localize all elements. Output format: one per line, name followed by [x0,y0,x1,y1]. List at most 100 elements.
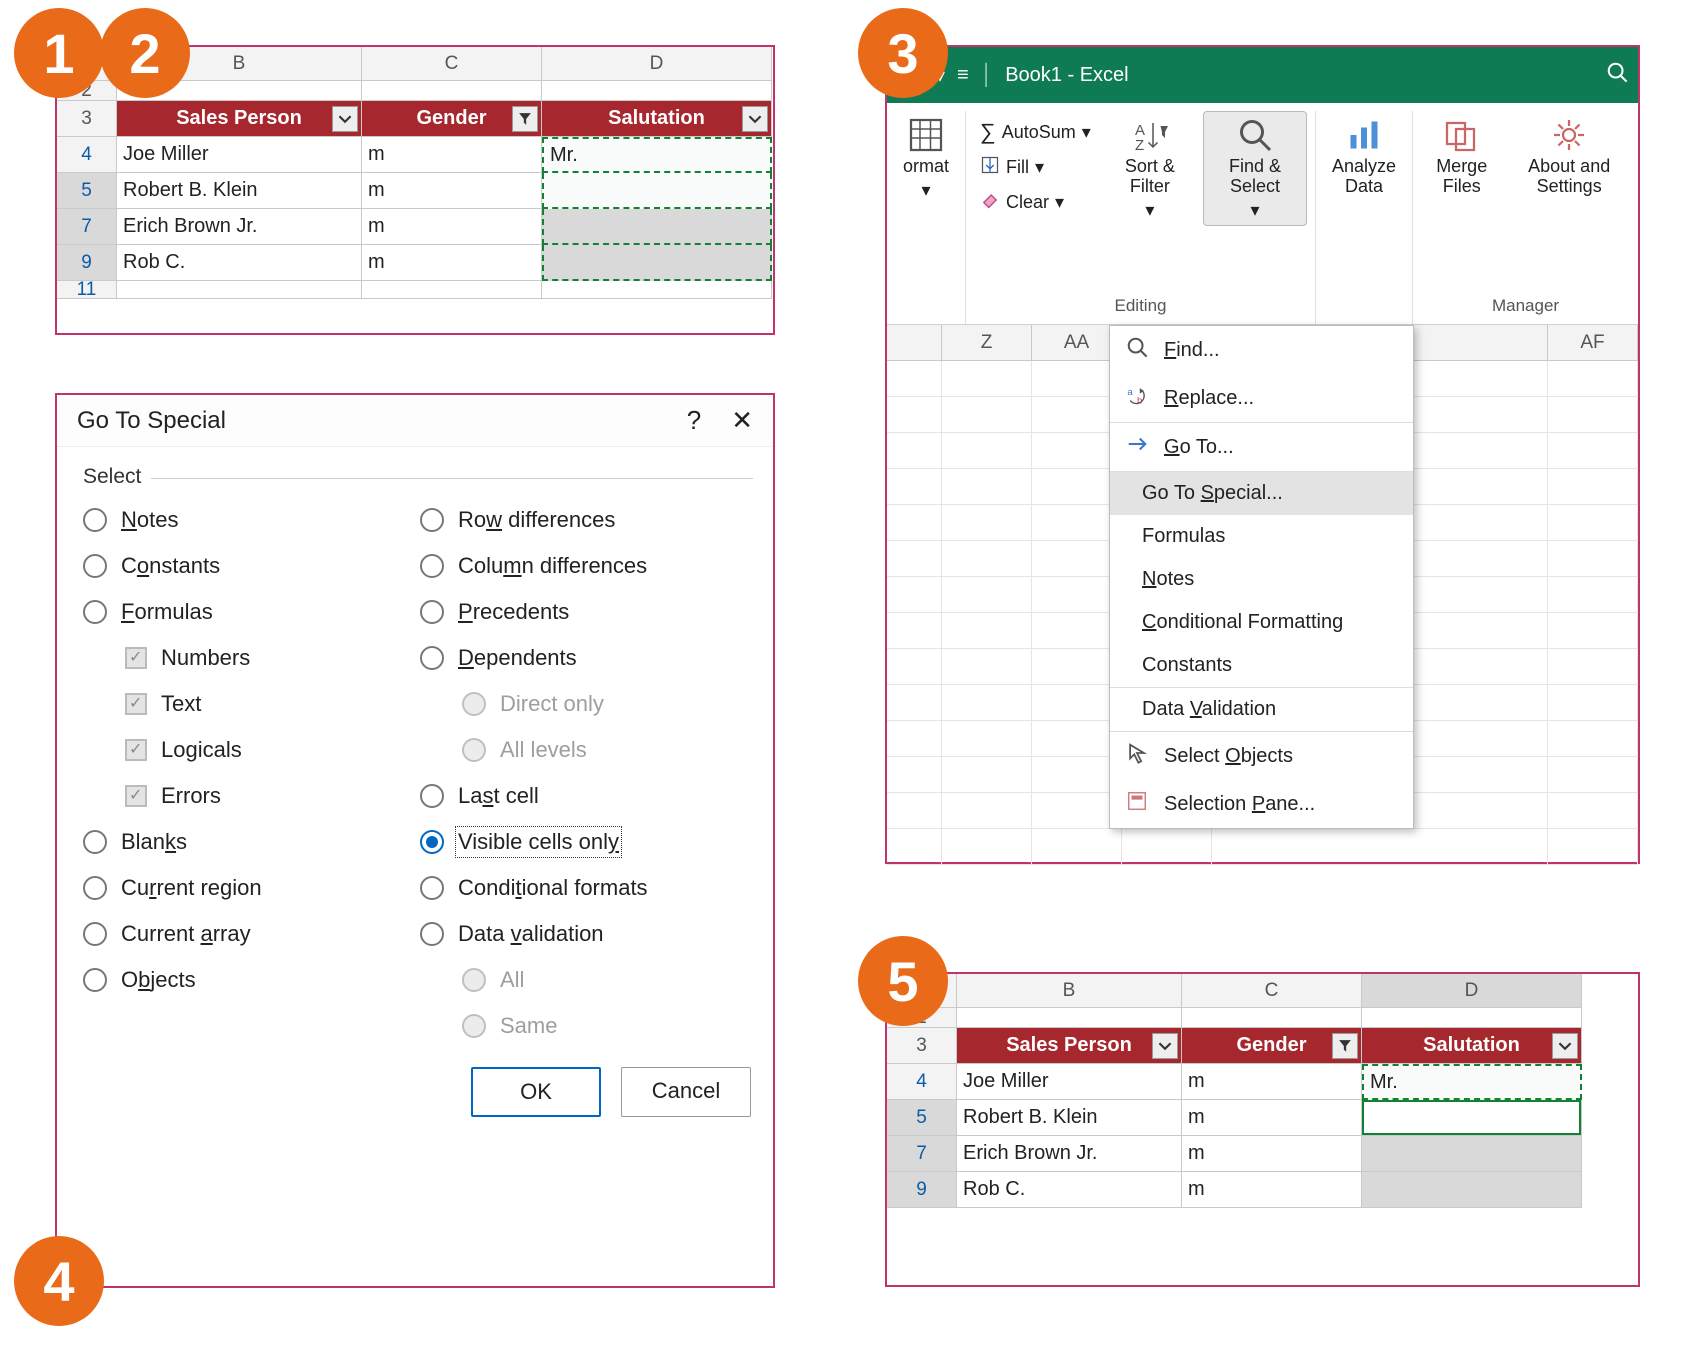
cell[interactable]: Erich Brown Jr. [117,209,362,245]
menu-item-conditional-formatting[interactable]: Conditional Formatting [1110,601,1413,644]
table-header-gender[interactable]: Gender [1182,1028,1362,1064]
cell[interactable]: m [362,245,542,281]
ribbon-about-settings-button[interactable]: About and Settings [1508,111,1630,203]
menu-item-select-objects[interactable]: Select Objects [1110,732,1413,780]
option-dependents[interactable]: Dependents [420,645,747,671]
row-header[interactable]: 7 [887,1136,957,1172]
ribbon-format-button[interactable]: ormat ▾ [895,111,957,207]
col-header-blank[interactable] [887,325,942,361]
close-icon[interactable]: ✕ [731,405,753,436]
cell[interactable] [117,281,362,299]
row-header[interactable]: 9 [887,1172,957,1208]
cell[interactable]: Mr. [1362,1064,1582,1100]
row-header[interactable]: 3 [57,101,117,137]
option-errors[interactable]: Errors [125,783,410,809]
table-header-gender[interactable]: Gender [362,101,542,137]
option-logicals[interactable]: Logicals [125,737,410,763]
cell-selected[interactable] [542,209,772,245]
col-header-D[interactable]: D [1362,974,1582,1008]
filter-dropdown-icon[interactable] [742,106,768,132]
cell[interactable]: m [362,209,542,245]
ribbon-analyze-button[interactable]: Analyze Data [1324,111,1404,203]
option-formulas[interactable]: Formulas [83,599,410,625]
option-visible-cells-only[interactable]: Visible cells only [420,829,747,855]
cell-active[interactable] [1362,1100,1582,1136]
row-header[interactable]: 7 [57,209,117,245]
cell[interactable]: m [1182,1172,1362,1208]
col-header-D[interactable]: D [542,47,772,81]
row-header[interactable]: 5 [887,1100,957,1136]
cell[interactable]: Rob C. [117,245,362,281]
cell[interactable]: m [1182,1100,1362,1136]
option-conditional-formats[interactable]: Conditional formats [420,875,747,901]
ok-button[interactable]: OK [471,1067,601,1117]
cell[interactable]: Rob C. [957,1172,1182,1208]
option-precedents[interactable]: Precedents [420,599,747,625]
cell[interactable] [542,281,772,299]
cell-selected[interactable] [542,173,772,209]
ribbon-sort-filter-button[interactable]: AZ Sort & Filter ▾ [1103,111,1197,226]
filter-dropdown-icon[interactable] [332,106,358,132]
menu-item-formulas[interactable]: Formulas [1110,515,1413,558]
row-header[interactable]: 11 [57,281,117,299]
ribbon-autosum-button[interactable]: ∑ AutoSum ▾ [974,117,1097,147]
cancel-button[interactable]: Cancel [621,1067,751,1117]
ribbon-merge-files-button[interactable]: Merge Files [1421,111,1502,203]
ribbon-fill-button[interactable]: Fill ▾ [974,153,1097,182]
option-data-validation[interactable]: Data validation [420,921,747,947]
option-numbers[interactable]: Numbers [125,645,410,671]
col-header[interactable]: AF [1548,325,1638,361]
option-current-region[interactable]: Current region [83,875,410,901]
cell[interactable] [1362,1136,1582,1172]
cell-selected[interactable] [542,245,772,281]
table-header-sales[interactable]: Sales Person [117,101,362,137]
row-header[interactable]: 3 [887,1028,957,1064]
row-header[interactable]: 5 [57,173,117,209]
option-column-differences[interactable]: Column differences [420,553,747,579]
cell[interactable] [1182,1008,1362,1028]
menu-item-constants[interactable]: Constants [1110,644,1413,687]
menu-item-find[interactable]: Find... [1110,326,1413,374]
ribbon-find-select-button[interactable]: Find & Select ▾ [1203,111,1307,226]
row-header[interactable]: 4 [57,137,117,173]
menu-item-go-to[interactable]: Go To... [1110,423,1413,471]
cell[interactable]: Erich Brown Jr. [957,1136,1182,1172]
option-constants[interactable]: Constants [83,553,410,579]
cell[interactable]: m [1182,1064,1362,1100]
cell[interactable] [957,1008,1182,1028]
cell[interactable] [1362,1172,1582,1208]
cell[interactable]: Joe Miller [117,137,362,173]
menu-item-selection-pane[interactable]: Selection Pane... [1110,780,1413,828]
option-current-array[interactable]: Current array [83,921,410,947]
col-header-C[interactable]: C [362,47,542,81]
cell[interactable]: m [362,137,542,173]
filter-dropdown-icon[interactable] [1152,1033,1178,1059]
cell[interactable]: m [1182,1136,1362,1172]
cell[interactable]: Joe Miller [957,1064,1182,1100]
table-header-salutation[interactable]: Salutation [1362,1028,1582,1064]
cell[interactable] [1362,1008,1582,1028]
worksheet-grid[interactable]: Z AA AB AF Find...abReplace...Go To...Go… [887,325,1638,865]
option-blanks[interactable]: Blanks [83,829,410,855]
ribbon-clear-button[interactable]: Clear ▾ [974,188,1097,217]
menu-item-go-to-special[interactable]: Go To Special... [1110,472,1413,515]
cell[interactable]: Robert B. Klein [117,173,362,209]
help-icon[interactable]: ? [687,405,701,436]
option-text[interactable]: Text [125,691,410,717]
col-header-B[interactable]: B [957,974,1182,1008]
search-icon[interactable] [1606,61,1628,89]
row-header[interactable]: 9 [57,245,117,281]
cell-marquee[interactable]: Mr. [542,137,772,173]
cell[interactable]: m [362,173,542,209]
menu-item-replace[interactable]: abReplace... [1110,374,1413,422]
row-header[interactable]: 4 [887,1064,957,1100]
option-notes[interactable]: Notes [83,507,410,533]
filter-active-icon[interactable] [512,106,538,132]
filter-active-icon[interactable] [1332,1033,1358,1059]
option-objects[interactable]: Objects [83,967,410,993]
option-last-cell[interactable]: Last cell [420,783,747,809]
cell[interactable] [362,81,542,101]
table-header-salutation[interactable]: Salutation [542,101,772,137]
menu-item-data-validation[interactable]: Data Validation [1110,688,1413,731]
table-header-sales[interactable]: Sales Person [957,1028,1182,1064]
